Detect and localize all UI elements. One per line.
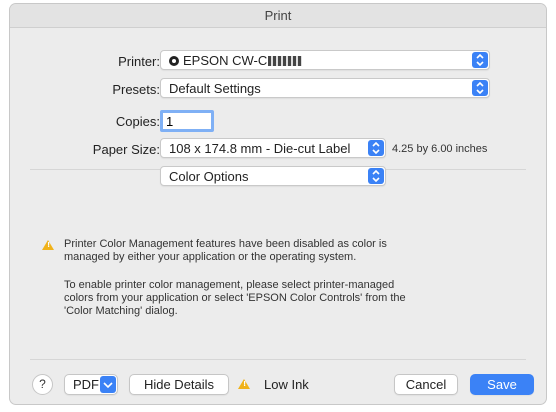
color-info-message: To enable printer color management, plea… <box>64 279 406 317</box>
paper-size-row: Paper Size: 108 x 174.8 mm - Die-cut Lab… <box>10 138 546 162</box>
cancel-button[interactable]: Cancel <box>394 374 458 395</box>
section-row: Color Options <box>10 166 546 190</box>
section-popup[interactable]: Color Options <box>160 166 386 186</box>
popup-arrows-icon <box>368 140 384 156</box>
low-ink-label[interactable]: Low Ink <box>264 377 309 392</box>
save-button[interactable]: Save <box>470 374 534 395</box>
print-dialog: Print Printer: EPSON CW-C Presets: Defau… <box>10 4 546 404</box>
presets-value: Default Settings <box>169 81 261 96</box>
low-ink-warning-icon <box>238 379 250 389</box>
paper-size-dimensions: 4.25 by 6.00 inches <box>392 143 488 155</box>
redacted-mark <box>268 56 303 66</box>
paper-size-value: 108 x 174.8 mm - Die-cut Label <box>169 141 351 156</box>
copies-label: Copies: <box>115 114 160 129</box>
pdf-button[interactable]: PDF <box>64 374 118 395</box>
presets-label: Presets: <box>112 82 160 97</box>
color-warning-message: Printer Color Management features have b… <box>64 238 387 263</box>
help-button[interactable]: ? <box>32 374 53 395</box>
presets-row: Presets: Default Settings <box>10 78 546 102</box>
popup-arrows-icon <box>472 80 488 96</box>
pdf-dropdown-icon <box>100 376 116 393</box>
pdf-label: PDF <box>73 377 99 392</box>
popup-arrows-icon <box>472 52 488 68</box>
printer-label: Printer: <box>118 54 160 69</box>
presets-popup[interactable]: Default Settings <box>160 78 490 98</box>
printer-status-icon <box>169 56 179 66</box>
paper-size-label: Paper Size: <box>92 142 160 157</box>
printer-popup[interactable]: EPSON CW-C <box>160 50 490 70</box>
paper-size-popup[interactable]: 108 x 174.8 mm - Die-cut Label <box>160 138 386 158</box>
divider <box>30 359 526 360</box>
printer-row: Printer: EPSON CW-C <box>10 50 546 74</box>
popup-arrows-icon <box>368 168 384 184</box>
copies-field-wrapper <box>160 110 214 132</box>
dialog-footer: ? PDF Hide Details Low Ink Cancel Save <box>10 374 546 398</box>
section-value: Color Options <box>169 169 249 184</box>
printer-value: EPSON CW-C <box>183 53 268 68</box>
copies-field[interactable] <box>163 113 211 129</box>
copies-row: Copies: <box>10 110 546 134</box>
hide-details-button[interactable]: Hide Details <box>129 374 229 395</box>
window-title: Print <box>10 4 546 28</box>
warning-icon <box>42 240 54 250</box>
